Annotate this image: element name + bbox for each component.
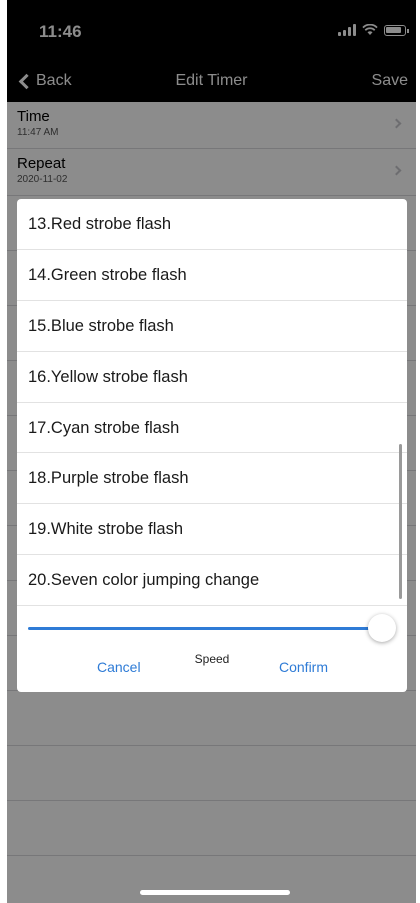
- home-indicator[interactable]: [140, 890, 290, 895]
- option-item[interactable]: 13.Red strobe flash: [17, 199, 407, 250]
- confirm-button[interactable]: Confirm: [279, 659, 328, 675]
- speed-slider[interactable]: [28, 613, 396, 643]
- option-item[interactable]: 14.Green strobe flash: [17, 250, 407, 301]
- option-item[interactable]: 16.Yellow strobe flash: [17, 352, 407, 403]
- option-item[interactable]: 18.Purple strobe flash: [17, 453, 407, 505]
- option-item[interactable]: 15.Blue strobe flash: [17, 301, 407, 352]
- option-item[interactable]: 19.White strobe flash: [17, 504, 407, 556]
- option-item[interactable]: 17.Cyan strobe flash: [17, 403, 407, 454]
- cancel-button[interactable]: Cancel: [97, 659, 141, 675]
- speed-label: Speed: [194, 652, 230, 666]
- scrollbar[interactable]: [399, 444, 402, 599]
- slider-track[interactable]: [28, 627, 383, 630]
- phone-screen: 11:46 Back Edit Timer Save Time 11:47 AM: [7, 0, 416, 903]
- option-list[interactable]: 13.Red strobe flash 14.Green strobe flas…: [17, 199, 407, 607]
- mode-picker-dialog: 13.Red strobe flash 14.Green strobe flas…: [17, 199, 407, 692]
- slider-thumb[interactable]: [368, 614, 396, 642]
- option-item[interactable]: 20.Seven color jumping change: [17, 555, 407, 607]
